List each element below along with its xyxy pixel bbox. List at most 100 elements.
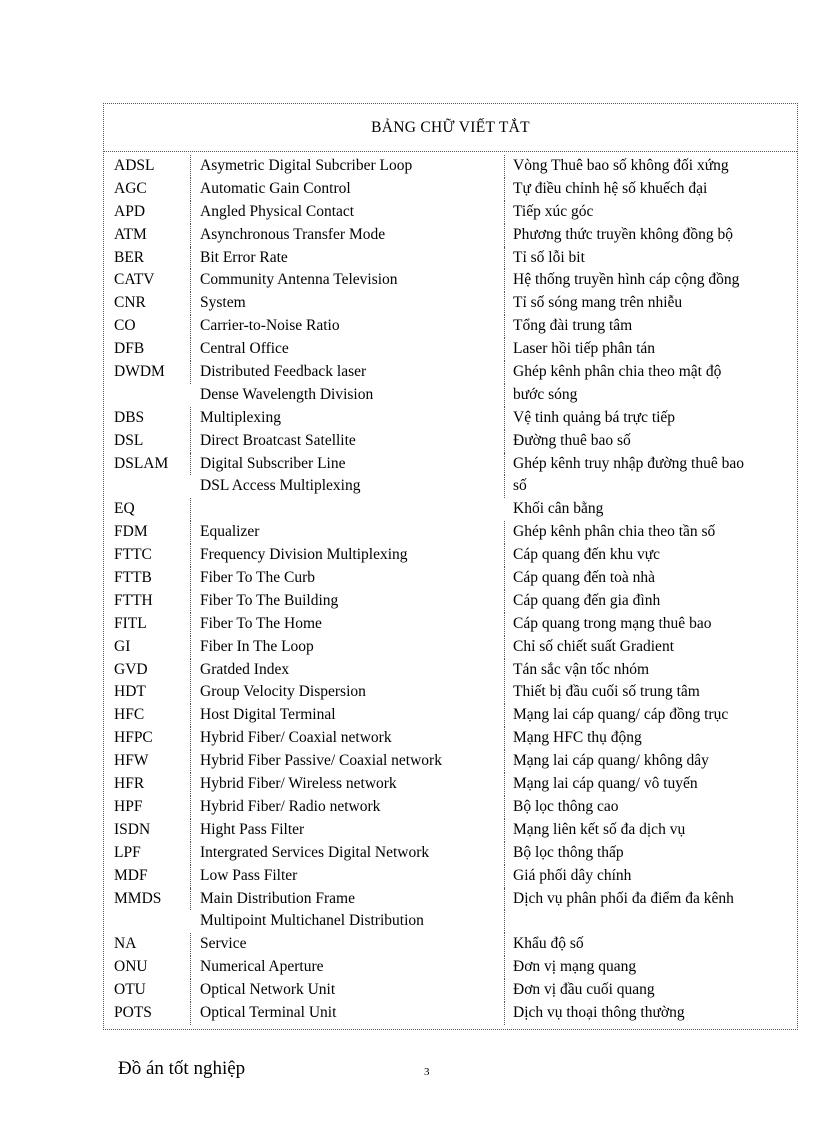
english-term-cell: Central Office — [191, 338, 505, 362]
english-term-cell: Direct Broatcast Satellite — [191, 429, 505, 453]
english-term-cell: Optical Network Unit — [191, 979, 505, 1002]
abbreviation-cell: ONU — [104, 956, 191, 980]
table-row: OTU Optical Network Unit Đơn vị đầu cuối q… — [104, 979, 797, 1002]
english-term-cell: Hybrid Fiber/ Radio network — [191, 795, 505, 819]
table-row: Multipoint Multichanel Distribution — [104, 910, 797, 934]
english-term-cell: Group Velocity Dispersion — [191, 681, 505, 705]
vietnamese-meaning-cell: Tỉ số lỗi bit — [513, 248, 585, 266]
table-row: DSL Access Multiplexing số — [104, 475, 797, 499]
vietnamese-meaning-cell: Cáp quang đến khu vực — [513, 546, 661, 564]
table-row: DSLAM Digital Subscriber Line Ghép kênh tr… — [104, 452, 797, 476]
abbreviation-cell: CO — [104, 315, 191, 339]
vietnamese-meaning-cell: Cáp quang đến gia đình — [513, 591, 661, 609]
vietnamese-meaning-cell: Dịch vụ thoại thông thường — [513, 1003, 685, 1021]
table-row: AGC Automatic Gain Control Tự điều chỉnh h… — [104, 177, 797, 201]
vietnamese-meaning-cell: Bộ lọc thông thấp — [513, 843, 624, 861]
vietnamese-meaning-cell: Đơn vị đầu cuối quang — [513, 981, 655, 999]
abbreviation-cell: FTTH — [104, 589, 191, 613]
vietnamese-meaning-cell: Mạng liên kết số đa dịch vụ — [513, 820, 686, 838]
vietnamese-meaning-cell: Mạng lai cáp quang/ vô tuyến — [513, 775, 698, 793]
english-term-cell: Fiber To The Home — [191, 612, 505, 636]
table-row: GVD Gratded Index Tán sắc vận tốc nhóm — [104, 658, 797, 682]
table-row: CATV Community Antenna Television Hệ thống… — [104, 269, 797, 293]
english-term-cell: Dense Wavelength Division — [191, 383, 505, 407]
table-row: FTTC Frequency Division Multiplexing Cáp q… — [104, 544, 797, 568]
vietnamese-meaning-cell: Cáp quang trong mạng thuê bao — [513, 614, 712, 632]
vietnamese-meaning-cell: Cáp quang đến toà nhà — [513, 569, 656, 587]
english-term-cell: Fiber To The Curb — [191, 567, 505, 590]
english-term-cell: Frequency Division Multiplexing — [191, 544, 505, 568]
english-term-cell: Digital Subscriber Line — [191, 452, 505, 476]
abbreviation-cell: DSL — [104, 429, 191, 453]
vietnamese-meaning-cell: Laser hồi tiếp phân tán — [513, 340, 656, 358]
english-term-cell: Bit Error Rate — [191, 246, 505, 270]
abbreviation-cell: CATV — [104, 269, 191, 293]
english-term-cell: Main Distribution Frame — [191, 887, 505, 911]
english-term-cell: Angled Physical Contact — [191, 200, 505, 224]
abbreviation-cell: MMDS — [104, 887, 191, 911]
abbreviation-cell: MDF — [104, 864, 191, 888]
abbreviation-cell: HPF — [104, 795, 191, 819]
abbreviation-table: BẢNG CHỮ VIẾT TẮT ADSL Asymetric Digital … — [103, 103, 798, 1030]
table-row: FTTB Fiber To The Curb Cáp quang đến toà n… — [104, 567, 797, 590]
abbreviation-cell: DBS — [104, 406, 191, 430]
table-row: BER Bit Error Rate Tỉ số lỗi bit — [104, 246, 797, 270]
vietnamese-meaning-cell: Ghép kênh truy nhập đường thuê bao — [513, 454, 744, 472]
abbreviation-cell: HFW — [104, 750, 191, 774]
abbreviation-cell: FTTB — [104, 567, 191, 590]
abbreviation-cell: ISDN — [104, 818, 191, 842]
english-term-cell: Community Antenna Television — [191, 269, 505, 293]
english-term-cell: Hybrid Fiber Passive/ Coaxial network — [191, 750, 505, 774]
footer-document-title: Đồ án tốt nghiệp — [118, 1058, 246, 1079]
table-row: FTTH Fiber To The Building Cáp quang đến g… — [104, 589, 797, 613]
table-row: APD Angled Physical Contact Tiếp xúc góc — [104, 200, 797, 224]
page-number: 3 — [424, 1066, 430, 1078]
abbreviation-cell: ADSL — [104, 155, 191, 178]
table-row: DSL Direct Broatcast Satellite Đường thuê … — [104, 429, 797, 453]
table-title: BẢNG CHỮ VIẾT TẮT — [371, 118, 530, 136]
vietnamese-meaning-cell: Khối cân bằng — [513, 500, 604, 518]
vietnamese-meaning-cell: Chỉ số chiết suất Gradient — [513, 637, 674, 655]
vietnamese-meaning-cell: Ghép kênh phân chia theo mật độ — [513, 363, 722, 381]
english-term-cell: Host Digital Terminal — [191, 704, 505, 728]
abbreviation-cell: GVD — [104, 658, 191, 682]
table-title-row: BẢNG CHỮ VIẾT TẮT — [104, 104, 797, 152]
english-term-cell: Equalizer — [191, 521, 505, 545]
table-row: DBS Multiplexing Vệ tinh quảng bá trực tiế… — [104, 406, 797, 430]
table-row: FITL Fiber To The Home Cáp quang trong mạn… — [104, 612, 797, 636]
abbreviation-cell: NA — [104, 933, 191, 957]
abbreviation-cell: LPF — [104, 841, 191, 865]
vietnamese-meaning-cell: Vòng Thuê bao số không đối xứng — [513, 157, 729, 174]
english-term-cell: DSL Access Multiplexing — [191, 475, 505, 499]
vietnamese-meaning-cell: Phương thức truyền không đồng bộ — [513, 225, 734, 243]
abbreviation-cell: GI — [104, 635, 191, 659]
table-row: DWDM Distributed Feedback laser Ghép kênh … — [104, 361, 797, 384]
vietnamese-meaning-cell: Mạng lai cáp quang/ không dây — [513, 752, 709, 770]
table-row: Dense Wavelength Division bước sóng — [104, 383, 797, 407]
english-term-cell: Automatic Gain Control — [191, 177, 505, 201]
table-row: FDM Equalizer Ghép kênh phân chia theo tần… — [104, 521, 797, 545]
abbreviation-cell: DSLAM — [104, 452, 191, 476]
english-term-cell: Hight Pass Filter — [191, 818, 505, 842]
abbreviation-cell: POTS — [104, 1001, 191, 1025]
english-term-cell: Asynchronous Transfer Mode — [191, 223, 505, 247]
table-row: MDF Low Pass Filter Giá phối dây chính — [104, 864, 797, 888]
abbreviation-cell: FTTC — [104, 544, 191, 568]
table-row: ADSL Asymetric Digital Subcriber Loop Vòng… — [104, 155, 797, 178]
vietnamese-meaning-cell: Mạng lai cáp quang/ cáp đồng trục — [513, 706, 729, 724]
abbreviation-cell: EQ — [104, 498, 191, 522]
abbreviation-cell: OTU — [104, 979, 191, 1002]
abbreviation-cell: HDT — [104, 681, 191, 705]
vietnamese-meaning-cell: số — [513, 477, 527, 495]
table-row: ISDN Hight Pass Filter Mạng liên kết số đa… — [104, 818, 797, 842]
table-row: HPF Hybrid Fiber/ Radio network Bộ lọc thô… — [104, 795, 797, 819]
abbreviation-cell: DWDM — [104, 361, 191, 384]
abbreviation-cell: FITL — [104, 612, 191, 636]
vietnamese-meaning-cell: Khẩu độ số — [513, 935, 584, 953]
vietnamese-meaning-cell: Đường thuê bao số — [513, 431, 631, 449]
abbreviation-cell: HFC — [104, 704, 191, 728]
vietnamese-meaning-cell: Tự điều chỉnh hệ số khuếch đại — [513, 179, 708, 197]
table-row: DFB Central Office Laser hồi tiếp phân tán — [104, 338, 797, 362]
english-term-cell: Optical Terminal Unit — [191, 1001, 505, 1025]
page-footer: Đồ án tốt nghiệp 3 — [0, 1058, 816, 1098]
